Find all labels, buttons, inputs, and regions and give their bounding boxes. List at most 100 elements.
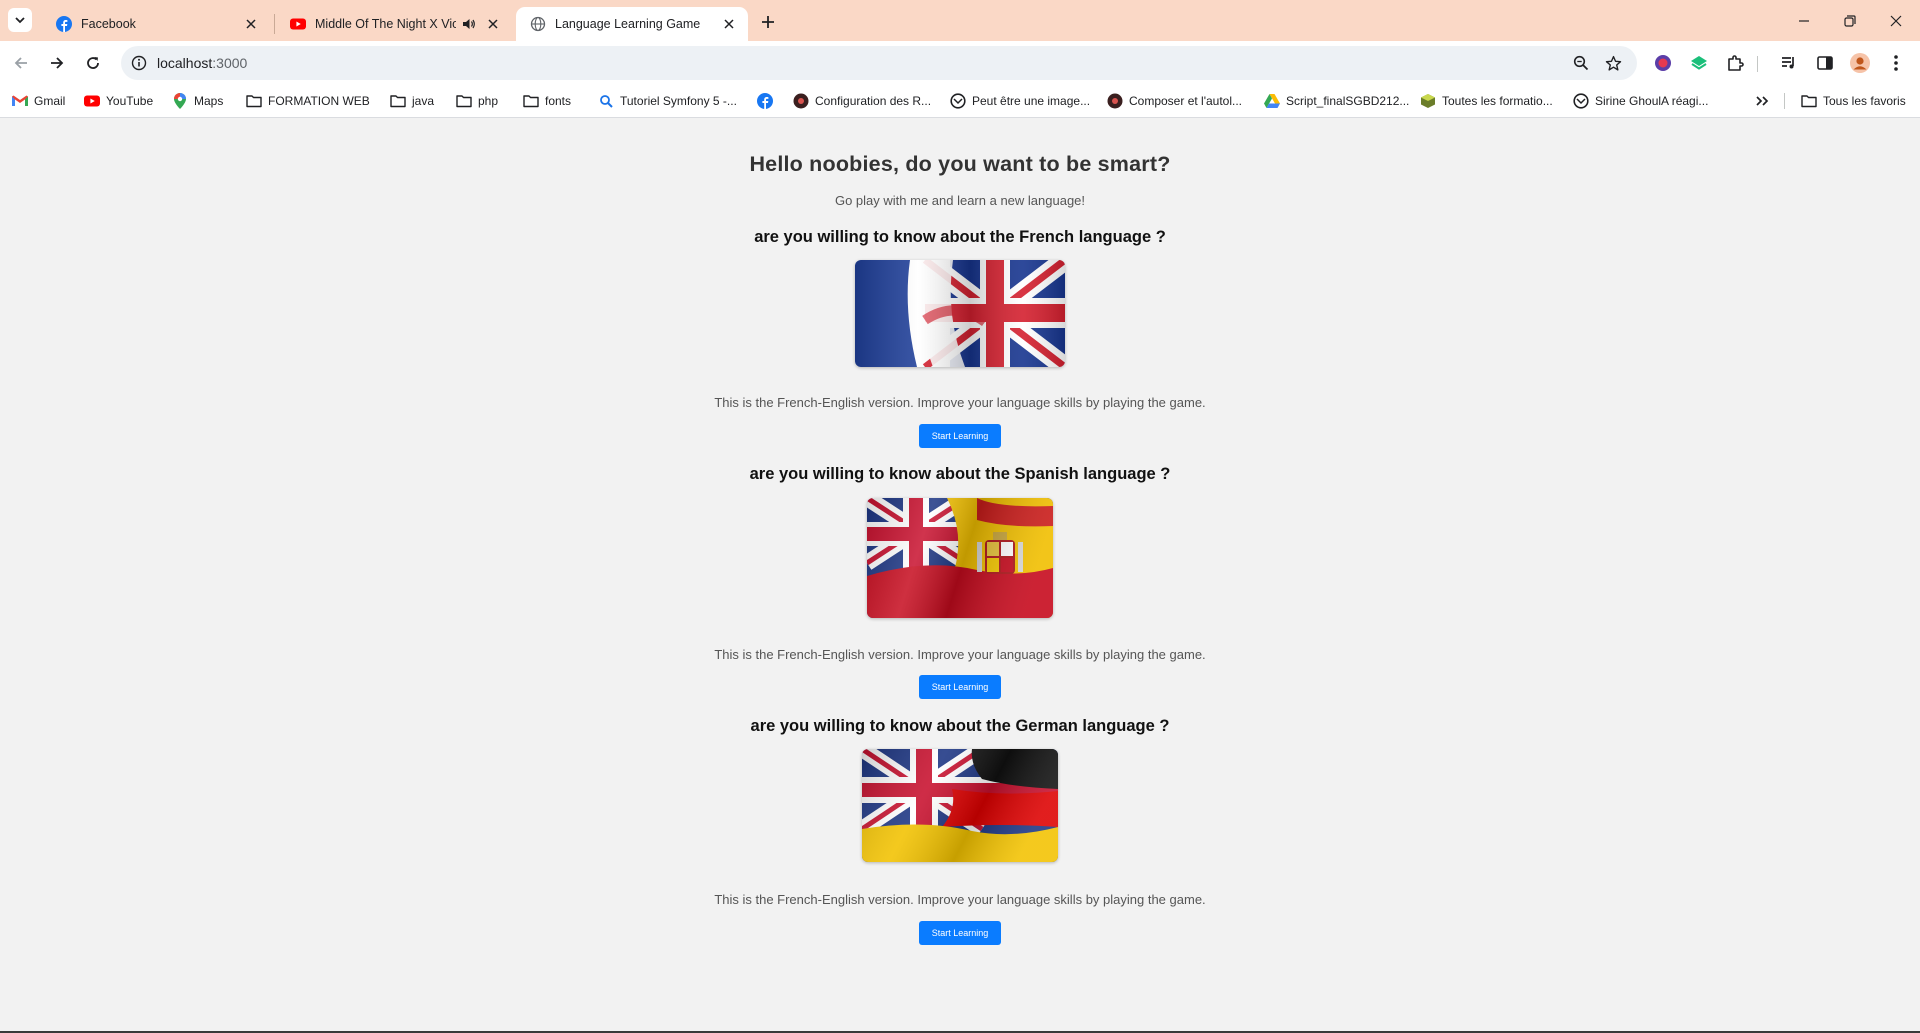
bookmark-label: fonts	[545, 94, 572, 108]
drive-icon	[1264, 94, 1280, 108]
arrow-left-icon	[14, 57, 27, 69]
reload-icon	[87, 57, 99, 69]
bookmark-label: FORMATION WEB	[268, 94, 370, 108]
tab-title: Middle Of The Night X Violin	[315, 17, 456, 31]
restore-icon	[1844, 14, 1856, 27]
all-bookmarks-folder[interactable]: Tous les favoris	[1801, 90, 1906, 112]
bookmark-label: Composer et l'autol...	[1129, 94, 1243, 108]
folder-icon	[523, 95, 539, 108]
info-icon	[131, 55, 147, 71]
chevrons-right-icon	[1756, 96, 1769, 106]
bookmark-label: php	[478, 94, 499, 108]
bookmark-gmail[interactable]: Gmail	[12, 90, 65, 112]
minimize-button[interactable]	[1781, 0, 1827, 41]
bookmark-maps[interactable]: Maps	[172, 90, 223, 112]
section-description: This is the French-English version. Impr…	[714, 892, 1206, 907]
url-host: localhost	[157, 55, 213, 71]
bookmark-label: Tutoriel Symfony 5 -...	[620, 94, 737, 108]
section-question: are you willing to know about the French…	[754, 228, 1166, 246]
tab-search-button[interactable]	[8, 8, 32, 32]
tab-divider	[274, 14, 275, 34]
back-button[interactable]	[6, 48, 36, 78]
media-queue-icon	[1782, 57, 1794, 69]
page-subtitle: Go play with me and learn a new language…	[834, 193, 1086, 208]
bookmark-toutes-les-formations[interactable]: Toutes les formatio...	[1420, 90, 1553, 112]
bookmark-facebook[interactable]	[757, 90, 779, 112]
tab-title: Language Learning Game	[555, 17, 701, 31]
avatar-icon	[1850, 53, 1870, 73]
extension-green-button[interactable]	[1686, 50, 1712, 76]
start-learning-button[interactable]: Start Learning	[919, 675, 1001, 699]
toolbar-divider	[1757, 56, 1758, 72]
forward-button[interactable]	[42, 48, 72, 78]
zoom-icon	[1573, 55, 1589, 71]
tab-youtube[interactable]: Middle Of The Night X Violin	[276, 7, 512, 41]
tab-language-learning-game[interactable]: Language Learning Game	[516, 7, 748, 41]
bookmark-folder-fonts[interactable]: fonts	[523, 90, 571, 112]
bookmark-composer[interactable]: Composer et l'autol...	[1107, 90, 1242, 112]
bookmark-script-final[interactable]: Script_finalSGBD212...	[1264, 90, 1409, 112]
zoom-button[interactable]	[1569, 51, 1593, 75]
media-control-button[interactable]	[1776, 50, 1802, 76]
close-icon[interactable]	[720, 15, 738, 33]
menu-button[interactable]	[1883, 50, 1909, 76]
bookmark-label: Sirine GhoulA réagi...	[1595, 94, 1709, 108]
page-content: Hello noobies, do you want to be smart? …	[0, 119, 1920, 1033]
extension-vpn-button[interactable]	[1650, 50, 1676, 76]
close-window-button[interactable]	[1873, 0, 1919, 41]
bookmark-label: Toutes les formatio...	[1442, 94, 1553, 108]
bookmarks-overflow-button[interactable]	[1754, 90, 1776, 112]
bookmark-sirine-ghoula[interactable]: Sirine GhoulA réagi...	[1573, 90, 1708, 112]
plus-icon	[762, 16, 774, 28]
english-german-flag	[862, 749, 1058, 862]
start-learning-button[interactable]: Start Learning	[919, 921, 1001, 945]
start-learning-button[interactable]: Start Learning	[919, 424, 1001, 448]
section-description: This is the French-English version. Impr…	[714, 647, 1206, 662]
facebook-icon	[757, 93, 773, 109]
kebab-menu-icon	[1894, 55, 1898, 71]
english-spanish-flag	[867, 498, 1053, 618]
browser-toolbar: localhost:3000	[0, 41, 1920, 84]
bookmark-label: Gmail	[34, 94, 66, 108]
bookmark-configuration[interactable]: Configuration des R...	[793, 90, 931, 112]
profile-button[interactable]	[1847, 50, 1873, 76]
star-icon	[1605, 55, 1621, 71]
folder-icon	[1801, 95, 1817, 108]
section-description: This is the French-English version. Impr…	[714, 395, 1206, 410]
minimize-icon	[1799, 19, 1809, 22]
youtube-icon	[84, 95, 100, 107]
chevron-down-icon	[15, 17, 25, 24]
tab-facebook[interactable]: Facebook	[42, 7, 270, 41]
section-question: are you willing to know about the German…	[750, 717, 1170, 735]
french-english-flag	[855, 260, 1065, 367]
bookmark-peut-etre-une-image[interactable]: Peut être une image...	[950, 90, 1090, 112]
url-text[interactable]: localhost:3000	[157, 55, 247, 71]
puzzle-icon	[1728, 55, 1744, 71]
bookmark-label: Script_finalSGBD212...	[1286, 94, 1410, 108]
bookmark-folder-java[interactable]: java	[390, 90, 434, 112]
restore-button[interactable]	[1827, 0, 1873, 41]
speaker-icon[interactable]	[460, 15, 478, 33]
site-icon	[1421, 94, 1435, 108]
folder-icon	[456, 95, 472, 108]
address-bar[interactable]: localhost:3000	[121, 46, 1637, 80]
site-info-button[interactable]	[127, 51, 151, 75]
search-bookmark-icon	[600, 95, 613, 108]
side-panel-button[interactable]	[1812, 50, 1838, 76]
bookmark-tutoriel-symfony[interactable]: Tutoriel Symfony 5 -...	[598, 90, 737, 112]
reload-button[interactable]	[78, 48, 108, 78]
site-icon	[1573, 93, 1589, 109]
bookmark-folder-formation-web[interactable]: FORMATION WEB	[246, 90, 370, 112]
extensions-button[interactable]	[1722, 50, 1748, 76]
bookmark-star-button[interactable]	[1601, 51, 1625, 75]
bookmark-folder-php[interactable]: php	[456, 90, 498, 112]
bookmark-label: Configuration des R...	[815, 94, 932, 108]
bookmark-youtube[interactable]: YouTube	[84, 90, 153, 112]
tab-strip: Facebook Middle Of The Night X Violin La…	[0, 0, 1920, 41]
close-icon[interactable]	[242, 15, 260, 33]
new-tab-button[interactable]	[756, 10, 780, 34]
folder-icon	[246, 95, 262, 108]
close-icon[interactable]	[484, 15, 502, 33]
youtube-icon	[290, 18, 306, 30]
side-panel-icon	[1817, 56, 1833, 70]
